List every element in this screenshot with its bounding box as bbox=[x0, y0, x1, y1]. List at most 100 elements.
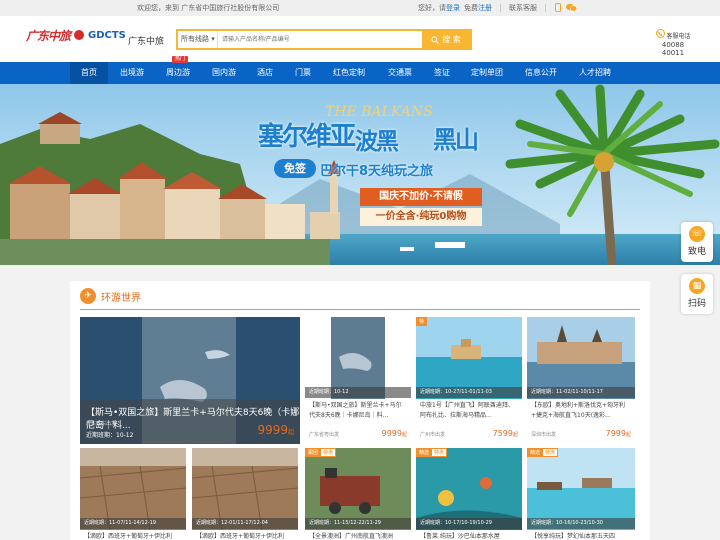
product-card[interactable]: 精选 特惠 近期班期：10-16/10-23/10-30 【悦享纯玩】梦幻仙本那… bbox=[527, 448, 635, 540]
nav-visa[interactable]: 签证 bbox=[428, 62, 456, 84]
world-tour-section: ✈ 环游世界 【斯马•双国之旅】斯里兰卡+马尔代夫8天6晚（卡娜尼岛｜料... … bbox=[70, 281, 650, 540]
card-date: 近期班期：12-01/11-17/12-04 bbox=[192, 518, 298, 529]
product-card[interactable]: 特 近期班期：10-27/11-01/11-03 中旅1号【广州直飞】阿联酋迪拜… bbox=[416, 317, 522, 444]
card-title: 【全景澳洲】广州南航直飞澳洲 bbox=[309, 533, 394, 540]
product-card[interactable]: 跟团 特惠 近期班期：11-15/12-22/11-29 【全景澳洲】广州南航直… bbox=[305, 448, 411, 540]
card-title: 【滴欧】西班牙+葡萄牙+伊比利 bbox=[196, 533, 285, 540]
card-date: 近期班期：10-27/11-01/11-03 bbox=[416, 387, 522, 398]
card-tag: 精选 bbox=[416, 448, 433, 457]
card-from: 广东省粤出发 bbox=[309, 432, 340, 438]
welcome-text: 欢迎您，来到 广东省中国旅行社股份有限公司 bbox=[137, 4, 280, 12]
nav-transport[interactable]: 交通票 bbox=[382, 62, 418, 84]
nav-hotel[interactable]: 酒店 bbox=[250, 62, 280, 84]
card-date: 近期班期：11-15/12-22/11-29 bbox=[305, 518, 411, 529]
product-card[interactable]: 精选 特惠 近期班期：10-17/10-19/10-29 【鲁莱 纯玩】沙巴仙本… bbox=[416, 448, 522, 540]
nav-custom-group[interactable]: 定制单团 bbox=[466, 62, 508, 84]
nav-careers[interactable]: 人才招聘 bbox=[574, 62, 616, 84]
search-button[interactable]: 搜 索 bbox=[422, 31, 470, 48]
header: 广东中旅 GDCTS 广东中旅 所有线路 ▾ 搜 索 客服电话 40088 40… bbox=[0, 16, 720, 62]
search-input[interactable] bbox=[218, 31, 422, 48]
logo-en: GDCTS bbox=[88, 29, 126, 41]
card-title: 【东欧】奥地利+斯洛伐克+匈牙利+捷克+海航直飞10天(逸彩... bbox=[531, 402, 626, 419]
hotline-label: 客服电话 bbox=[666, 33, 691, 40]
section-title: 环游世界 bbox=[101, 292, 141, 304]
logo-mark-icon bbox=[74, 30, 85, 40]
banner-badge: 免签 bbox=[274, 159, 316, 178]
section-header: ✈ 环游世界 bbox=[80, 288, 141, 304]
card-tag: 精选 bbox=[527, 448, 544, 457]
card-tag2: 特惠 bbox=[320, 448, 337, 457]
product-card[interactable]: 近期班期：11-07/11-14/12-19 【滴欧】西班牙+葡萄牙+伊比利 bbox=[80, 448, 186, 540]
card-price: 7599 bbox=[492, 429, 513, 438]
nav-nearby[interactable]: 周边游 bbox=[158, 62, 198, 84]
card-tag: 特 bbox=[416, 317, 428, 326]
nav-domestic[interactable]: 国内游 bbox=[204, 62, 244, 84]
phone-circle-icon bbox=[655, 29, 665, 38]
free-text: 免费 bbox=[464, 4, 478, 12]
main-nav: 首页 出境游 周边游 热门 国内游 酒店 门票 红色定制 交通票 签证 定制单团… bbox=[0, 56, 720, 84]
call-button[interactable]: ☏ 致电 bbox=[681, 222, 713, 262]
section-divider bbox=[80, 309, 640, 310]
card-tag: 跟团 bbox=[305, 448, 322, 457]
phone-icon: ☏ bbox=[689, 226, 705, 242]
banner-title2: 波黑 bbox=[355, 129, 399, 155]
hotline-number: 40088 40011 bbox=[661, 41, 685, 57]
nav-tickets[interactable]: 门票 bbox=[288, 62, 318, 84]
search-icon bbox=[431, 35, 440, 44]
logo-cn: 广东中旅 bbox=[26, 28, 71, 43]
service-link[interactable]: 联系客服 bbox=[509, 0, 537, 16]
banner-subtitle: 巴尔干8天纯玩之旅 bbox=[320, 164, 434, 179]
banner-promo2: 一价全含·纯玩0购物 bbox=[360, 208, 482, 226]
product-card[interactable]: 【斯马•双国之旅】斯里兰卡+马尔代夫8天6晚（卡娜尼岛｜料... 广东省东出发 … bbox=[80, 317, 300, 444]
card-tag2: 特惠 bbox=[431, 448, 448, 457]
call-label: 致电 bbox=[687, 247, 706, 257]
globe-icon: ✈ bbox=[80, 288, 96, 304]
card-from: 深圳市出发 bbox=[531, 432, 557, 438]
card-date: 近期班期：10-16/10-23/10-30 bbox=[527, 518, 635, 529]
card-title: 【悦享纯玩】梦幻仙本那五天四 bbox=[531, 533, 616, 540]
divider bbox=[545, 4, 546, 12]
card-from: 广州市出发 bbox=[420, 432, 446, 438]
login-link[interactable]: 登录 bbox=[446, 0, 460, 16]
hero-banner[interactable]: THE BALKANS 塞尔维亚 波黑 黑山 免签 巴尔干8天纯玩之旅 国庆不加… bbox=[0, 84, 720, 265]
hot-badge: 热门 bbox=[172, 56, 189, 63]
wechat-icon[interactable] bbox=[566, 3, 577, 12]
search-select[interactable]: 所有线路 ▾ bbox=[178, 31, 218, 48]
card-date: 近期班期：11-07/11-14/12-19 bbox=[80, 518, 186, 529]
card-title: 【鲁莱 纯玩】沙巴仙本那水屋 bbox=[420, 533, 500, 540]
divider bbox=[500, 4, 501, 12]
card-title: 【斯马•双国之旅】斯里兰卡+马尔代夫8天6晚｜卡娜尼岛｜料... bbox=[309, 402, 402, 419]
banner-title1: 塞尔维亚 bbox=[258, 122, 356, 152]
card-title: 【滴欧】西班牙+葡萄牙+伊比利 bbox=[84, 533, 173, 540]
scan-button[interactable]: ▦ 扫码 bbox=[681, 274, 713, 314]
card-price: 9999 bbox=[257, 423, 288, 437]
register-link[interactable]: 注册 bbox=[478, 0, 492, 16]
phone-icon[interactable] bbox=[554, 3, 562, 12]
logo[interactable]: 广东中旅 GDCTS bbox=[26, 25, 126, 45]
card-from: 广东省东出发 bbox=[86, 421, 117, 427]
card-title: 中旅1号【广州直飞】阿联酋迪拜、阿布扎比、拉斯海马精品... bbox=[420, 402, 514, 419]
product-card[interactable]: 近期班期：10-12 【斯马•双国之旅】斯里兰卡+马尔代夫8天6晚｜卡娜尼岛｜料… bbox=[305, 317, 411, 444]
card-date: 近期班期：10-12 bbox=[86, 432, 134, 439]
banner-title3: 黑山 bbox=[433, 126, 479, 154]
card-date: 近期班期：11-02/11-10/11-17 bbox=[527, 387, 635, 398]
product-card[interactable]: 近期班期：11-02/11-10/11-17 【东欧】奥地利+斯洛伐克+匈牙利+… bbox=[527, 317, 635, 444]
nav-red-custom[interactable]: 红色定制 bbox=[328, 62, 370, 84]
nav-info[interactable]: 信息公开 bbox=[520, 62, 562, 84]
card-tag2: 特惠 bbox=[542, 448, 559, 457]
card-date: 近期班期：10-12 bbox=[305, 387, 411, 398]
top-bar: 欢迎您，来到 广东省中国旅行社股份有限公司 您好，请 登录 免费 注册 联系客服 bbox=[0, 0, 720, 16]
card-price: 9999 bbox=[381, 429, 402, 438]
hello-text: 您好，请 bbox=[418, 4, 446, 12]
card-price: 7999 bbox=[605, 429, 626, 438]
card-date: 近期班期：10-17/10-19/10-29 bbox=[416, 518, 522, 529]
nav-home[interactable]: 首页 bbox=[70, 62, 108, 84]
qrcode-icon: ▦ bbox=[689, 278, 705, 294]
nav-outbound[interactable]: 出境游 bbox=[112, 62, 152, 84]
search-bar: 所有线路 ▾ 搜 索 bbox=[176, 29, 472, 50]
scan-label: 扫码 bbox=[687, 299, 706, 309]
city-selector[interactable]: 广东中旅 bbox=[128, 34, 164, 47]
banner-promo1: 国庆不加价·不请假 bbox=[360, 188, 482, 206]
product-card[interactable]: 近期班期：12-01/11-17/12-04 【滴欧】西班牙+葡萄牙+伊比利 bbox=[192, 448, 298, 540]
hotline: 客服电话 40088 40011 bbox=[650, 29, 696, 57]
